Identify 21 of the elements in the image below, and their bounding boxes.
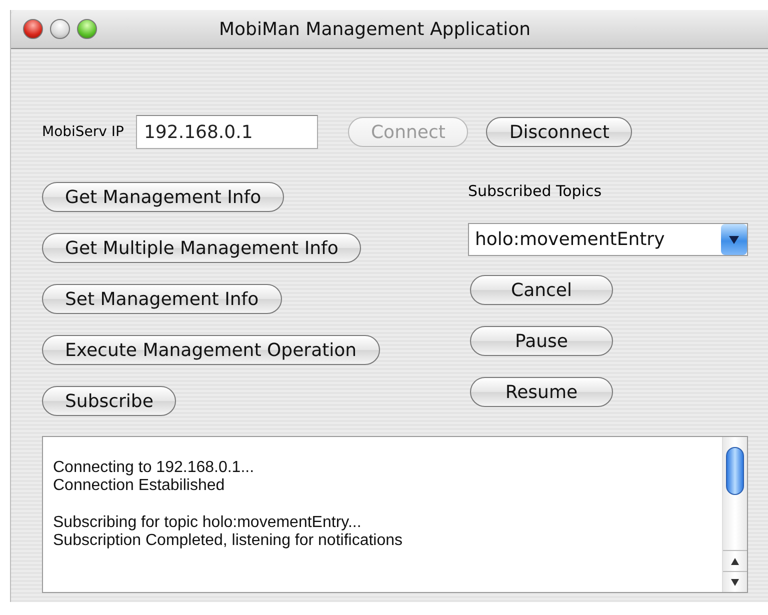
action-button[interactable]: Subscribe (42, 386, 176, 416)
action-button[interactable]: Get Multiple Management Info (42, 233, 362, 263)
window-title: MobiMan Management Application (219, 18, 531, 40)
scrollbar[interactable] (722, 437, 747, 592)
log-text: Subscribing for topic holo:movementEntry... Subscription Completed, listening for notifications (53, 514, 404, 551)
minimize-button[interactable] (50, 19, 70, 39)
topic-action-button[interactable]: Resume (470, 377, 613, 407)
action-button[interactable]: Set Management Info (42, 284, 282, 314)
topic-dropdown[interactable]: holo:movementEntry (468, 223, 748, 256)
close-button[interactable] (23, 19, 43, 39)
topics-label: Subscribed Topics (468, 182, 602, 202)
ip-field[interactable]: 192.168.0.1 (136, 115, 318, 149)
scroll-thumb[interactable] (726, 447, 744, 495)
log-text: Connecting to 192.168.0.1... Connection Estabilished (53, 459, 256, 496)
disconnect-button[interactable]: Disconnect (486, 117, 632, 147)
ip-label: MobiServ IP (42, 124, 124, 140)
topic-action-button[interactable]: Pause (470, 326, 613, 356)
topic-action-button[interactable]: Cancel (470, 275, 613, 305)
zoom-button[interactable] (77, 19, 97, 39)
action-button[interactable]: Get Management Info (42, 182, 284, 212)
action-button[interactable]: Execute Management Operation (42, 335, 380, 365)
